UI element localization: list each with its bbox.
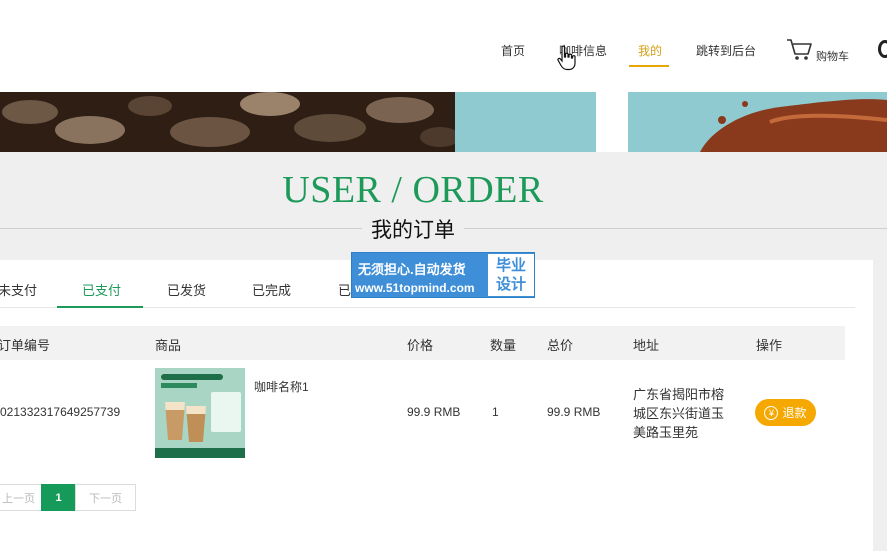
refund-button-label: 退款: [782, 406, 807, 420]
col-quantity: 数量: [490, 338, 517, 353]
watermark-url: www.51topmind.com: [355, 281, 475, 295]
nav-home[interactable]: 首页: [501, 42, 525, 59]
watermark-box-line-1: 毕业: [495, 257, 526, 274]
next-page-button[interactable]: 下一页: [75, 484, 136, 511]
address-value: 广东省揭阳市榕城区东兴街道玉美路玉里苑: [633, 387, 725, 440]
product-name[interactable]: 咖啡名称1: [254, 378, 309, 395]
title-divider-left: [0, 228, 362, 229]
total-value: 99.9 RMB: [547, 405, 601, 419]
cart-icon[interactable]: [786, 38, 814, 67]
watermark-box-line-2: 设计: [495, 276, 526, 293]
orders-card: 未支付 已支付 已发货 已完成 已 订单编号 商品 价格 数量 总价 地址 操作…: [0, 260, 873, 551]
page-title-en: USER / ORDER: [282, 169, 544, 211]
tab-unpaid[interactable]: 未支付: [0, 280, 37, 299]
watermark-box: 毕业 设计: [488, 254, 534, 296]
col-total: 总价: [547, 338, 574, 353]
nav-admin[interactable]: 跳转到后台: [696, 42, 756, 59]
nav-mine[interactable]: 我的: [638, 42, 662, 59]
tab-completed[interactable]: 已完成: [252, 280, 291, 299]
quantity-value: 1: [492, 405, 499, 419]
watermark-line-1: 无须担心.自动发货: [358, 262, 466, 277]
coffee-banner-image: [0, 92, 887, 152]
prev-page-button[interactable]: 上一页: [0, 484, 42, 511]
refund-button[interactable]: ¥ 退款: [755, 399, 816, 426]
hand-cursor-icon: [557, 45, 577, 76]
yen-icon: ¥: [764, 405, 779, 420]
col-price: 价格: [407, 338, 434, 353]
tab-partial[interactable]: 已: [338, 280, 351, 299]
page-1-button[interactable]: 1: [41, 484, 76, 511]
tab-shipped[interactable]: 已发货: [167, 280, 206, 299]
order-number: 021332317649257739: [0, 405, 121, 419]
price-value: 99.9 RMB: [407, 405, 461, 419]
col-order-no: 订单编号: [0, 338, 51, 353]
product-image[interactable]: [155, 368, 245, 458]
tab-paid[interactable]: 已支付: [82, 280, 121, 299]
title-divider-right: [464, 228, 887, 229]
col-address: 地址: [633, 338, 660, 353]
active-tab-underline: [57, 306, 143, 308]
top-nav-bar: 首页 咖啡信息 我的 跳转到后台 购物车: [0, 0, 887, 92]
user-icon[interactable]: [878, 40, 887, 58]
col-action: 操作: [756, 338, 783, 353]
nav-active-underline: [629, 65, 669, 67]
page-title-cn: 我的订单: [362, 214, 464, 244]
col-product: 商品: [155, 338, 182, 353]
table-header: 订单编号 商品 价格 数量 总价 地址 操作: [0, 326, 845, 360]
watermark-banner: 无须担心.自动发货 www.51topmind.com 毕业 设计: [351, 252, 535, 298]
nav-cart[interactable]: 购物车: [816, 48, 849, 64]
